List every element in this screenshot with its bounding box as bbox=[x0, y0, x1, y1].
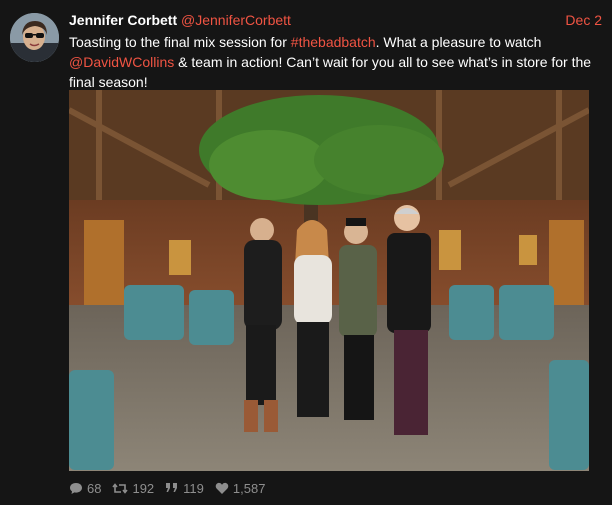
comment-bubble-icon bbox=[69, 482, 83, 495]
avatar[interactable] bbox=[10, 13, 59, 62]
tweet-text-part: . What a pleasure to watch bbox=[375, 34, 542, 50]
like-stat[interactable]: 1,587 bbox=[215, 480, 266, 496]
hashtag-link[interactable]: #thebadbatch bbox=[291, 34, 376, 50]
quote-icon bbox=[165, 482, 179, 494]
author-handle[interactable]: @JenniferCorbett bbox=[181, 12, 291, 28]
quote-count: 119 bbox=[183, 480, 204, 496]
tweet-text-part: Toasting to the final mix session for bbox=[69, 34, 291, 50]
reply-count: 68 bbox=[87, 480, 102, 496]
like-count: 1,587 bbox=[232, 480, 266, 496]
tweet-stats: 68 192 119 1,587 bbox=[69, 479, 276, 497]
tweet-card: Jennifer Corbett @JenniferCorbett Dec 2 … bbox=[0, 0, 612, 505]
retweet-stat[interactable]: 192 bbox=[112, 481, 154, 496]
tweet-photo[interactable] bbox=[69, 90, 589, 471]
mention-link[interactable]: @DavidWCollins bbox=[69, 54, 174, 70]
quote-stat[interactable]: 119 bbox=[165, 481, 204, 496]
retweet-icon bbox=[112, 482, 129, 495]
heart-icon bbox=[215, 482, 229, 495]
tweet-date[interactable]: Dec 2 bbox=[565, 12, 602, 28]
author-name[interactable]: Jennifer Corbett bbox=[69, 12, 177, 28]
retweet-count: 192 bbox=[132, 480, 155, 496]
tweet-text: Toasting to the final mix session for #t… bbox=[69, 32, 604, 92]
reply-stat[interactable]: 68 bbox=[69, 481, 101, 496]
